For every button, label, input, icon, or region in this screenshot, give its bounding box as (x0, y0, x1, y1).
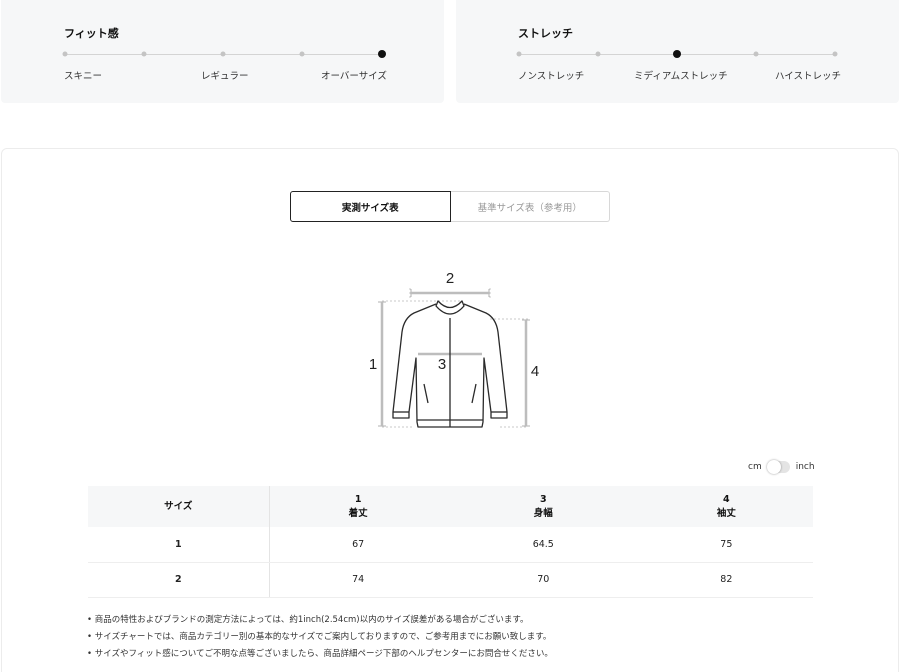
stretch-label-non: ノンストレッチ (518, 71, 585, 82)
size-table: サイズ 1 着丈 3 身幅 4 袖丈 1 67 64.5 75 2 74 70 (88, 486, 813, 598)
fit-title: フィット感 (64, 27, 119, 40)
unit-inch-label: inch (795, 462, 815, 472)
note-item: 商品の特性およびブランドの測定方法によっては、約1inch(2.54cm)以内の… (87, 612, 553, 629)
table-row: 1 67 64.5 75 (88, 527, 813, 563)
fit-step-5-selected (378, 50, 386, 58)
column-header-chest: 3 身幅 (446, 486, 640, 527)
column-number: 3 (539, 493, 547, 505)
table-cell: 74 (269, 562, 447, 598)
fit-label-skinny: スキニー (64, 71, 103, 82)
unit-cm-label: cm (748, 462, 762, 472)
unit-toggle[interactable]: cm inch (748, 460, 815, 474)
column-name: 身幅 (533, 507, 553, 519)
tab-standard-size[interactable]: 基準サイズ表（参考用） (450, 191, 610, 222)
stretch-label-high: ハイストレッチ (775, 71, 842, 82)
size-table-header: サイズ 1 着丈 3 身幅 4 袖丈 (88, 486, 813, 527)
table-cell: 64.5 (446, 527, 640, 563)
column-number: 1 (354, 493, 362, 505)
size-cell: 2 (88, 562, 270, 598)
size-cell: 1 (88, 527, 270, 563)
column-header-length: 1 着丈 (269, 486, 447, 527)
fit-panel: フィット感 スキニー レギュラー オーバーサイズ (1, 0, 444, 103)
table-cell: 82 (639, 562, 813, 598)
table-cell: 75 (639, 527, 813, 563)
fit-label-oversize: オーバーサイズ (321, 71, 387, 82)
stretch-step-1 (516, 51, 522, 57)
size-chart-tabs: 実測サイズ表 基準サイズ表（参考用） (290, 191, 610, 222)
size-column-header: サイズ (88, 486, 270, 527)
unit-switch[interactable] (766, 460, 790, 474)
note-item: サイズやフィット感についてご不明な点等ございましたら、商品詳細ページ下部のヘルプ… (87, 646, 553, 663)
table-cell: 67 (269, 527, 447, 563)
stretch-label-medium: ミディアムストレッチ (634, 71, 728, 82)
note-item: サイズチャートでは、商品カテゴリー別の基本的なサイズでご案内しておりますので、ご… (87, 629, 553, 646)
stretch-step-4 (753, 51, 759, 57)
fit-step-1 (62, 51, 68, 57)
tab-measured-size[interactable]: 実測サイズ表 (290, 191, 451, 222)
jacket-measurement-illustration: 2 1 3 4 (369, 270, 539, 428)
measure-label-1: 1 (369, 356, 377, 373)
fit-step-2 (141, 51, 147, 57)
table-cell: 70 (446, 562, 640, 598)
unit-switch-knob (766, 460, 781, 474)
column-name: 袖丈 (716, 507, 736, 519)
stretch-step-5 (832, 51, 838, 57)
measure-label-2: 2 (446, 270, 454, 287)
fit-step-4 (299, 51, 305, 57)
stretch-panel: ストレッチ ノンストレッチ ミディアムストレッチ ハイストレッチ (456, 0, 899, 103)
stretch-step-3-selected (673, 50, 681, 58)
column-name: 着丈 (348, 507, 368, 519)
size-notes: 商品の特性およびブランドの測定方法によっては、約1inch(2.54cm)以内の… (87, 612, 553, 663)
fit-label-regular: レギュラー (201, 71, 249, 82)
measure-label-3: 3 (438, 356, 446, 373)
stretch-step-2 (595, 51, 601, 57)
measure-label-4: 4 (531, 363, 539, 380)
stretch-title: ストレッチ (518, 27, 573, 40)
table-row: 2 74 70 82 (88, 562, 813, 598)
column-header-sleeve: 4 袖丈 (639, 486, 813, 527)
fit-step-3 (220, 51, 226, 57)
column-number: 4 (723, 493, 730, 505)
